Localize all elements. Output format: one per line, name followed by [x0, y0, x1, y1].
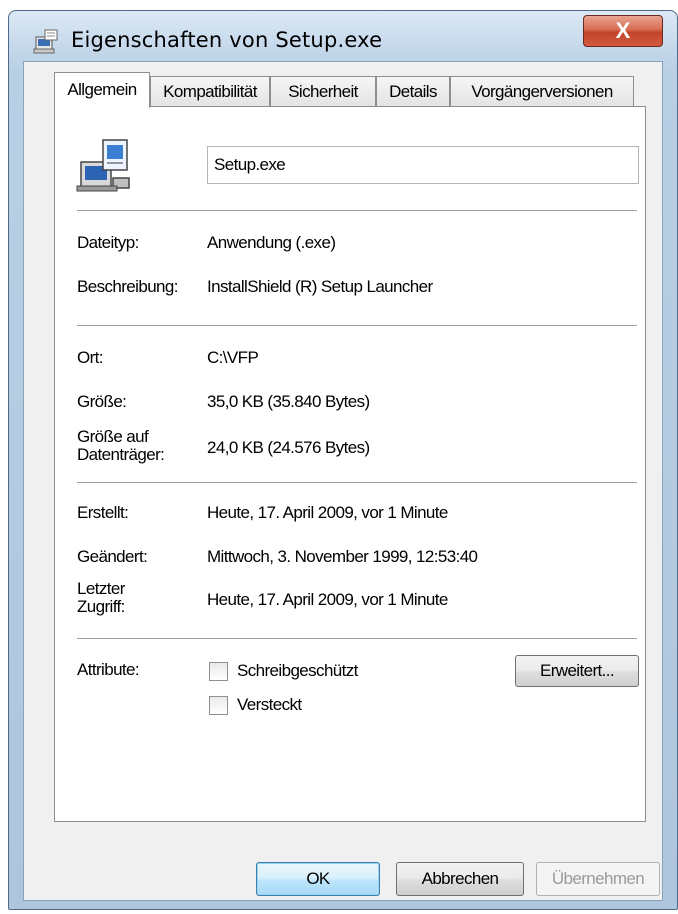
properties-window: Eigenschaften von Setup.exe X Allgemein …: [8, 10, 678, 910]
advanced-button[interactable]: Erweitert...: [515, 655, 639, 687]
tab-security[interactable]: Sicherheit: [270, 76, 376, 106]
modified-value: Mittwoch, 3. November 1999, 12:53:40: [207, 547, 478, 566]
size-label: Größe:: [77, 392, 127, 411]
properties-window-icon: [33, 29, 58, 54]
apply-button[interactable]: Übernehmen: [536, 862, 660, 896]
close-icon: X: [615, 18, 631, 43]
setup-program-icon: [76, 139, 130, 192]
separator: [77, 482, 637, 483]
size-on-disk-value: 24,0 KB (24.576 Bytes): [207, 438, 370, 457]
location-value: C:\VFP: [207, 348, 259, 367]
separator: [77, 210, 637, 211]
type-label: Dateityp:: [77, 233, 139, 252]
created-label: Erstellt:: [77, 503, 129, 522]
hidden-label[interactable]: Versteckt: [237, 695, 302, 715]
accessed-value: Heute, 17. April 2009, vor 1 Minute: [207, 590, 448, 609]
attributes-label: Attribute:: [77, 660, 140, 679]
separator: [77, 325, 637, 326]
ok-button[interactable]: OK: [256, 862, 380, 896]
cancel-button[interactable]: Abbrechen: [396, 862, 524, 896]
description-value: InstallShield (R) Setup Launcher: [207, 277, 433, 296]
separator: [77, 638, 637, 639]
location-label: Ort:: [77, 348, 104, 367]
close-button[interactable]: X: [583, 15, 663, 47]
modified-label: Geändert:: [77, 547, 148, 566]
description-label: Beschreibung:: [77, 277, 178, 296]
tab-compatibility[interactable]: Kompatibilität: [150, 76, 270, 106]
dialog-client-area: Allgemein Kompatibilität Sicherheit Deta…: [23, 61, 663, 901]
tab-details[interactable]: Details: [376, 76, 450, 106]
size-value: 35,0 KB (35.840 Bytes): [207, 392, 370, 411]
title-bar[interactable]: Eigenschaften von Setup.exe X: [9, 11, 677, 61]
tab-general[interactable]: Allgemein: [54, 72, 150, 108]
general-tab-panel: Dateityp: Anwendung (.exe) Beschreibung:…: [54, 106, 646, 822]
readonly-checkbox[interactable]: [209, 662, 228, 681]
file-name-input[interactable]: [207, 146, 639, 184]
readonly-label[interactable]: Schreibgeschützt: [237, 661, 358, 681]
size-on-disk-label: Größe auf Datenträger:: [77, 427, 165, 464]
type-value: Anwendung (.exe): [207, 233, 336, 252]
tab-previous-versions[interactable]: Vorgängerversionen: [450, 76, 634, 106]
window-title: Eigenschaften von Setup.exe: [71, 28, 383, 52]
created-value: Heute, 17. April 2009, vor 1 Minute: [207, 503, 448, 522]
hidden-checkbox[interactable]: [209, 696, 228, 715]
accessed-label: Letzter Zugriff:: [77, 579, 125, 616]
